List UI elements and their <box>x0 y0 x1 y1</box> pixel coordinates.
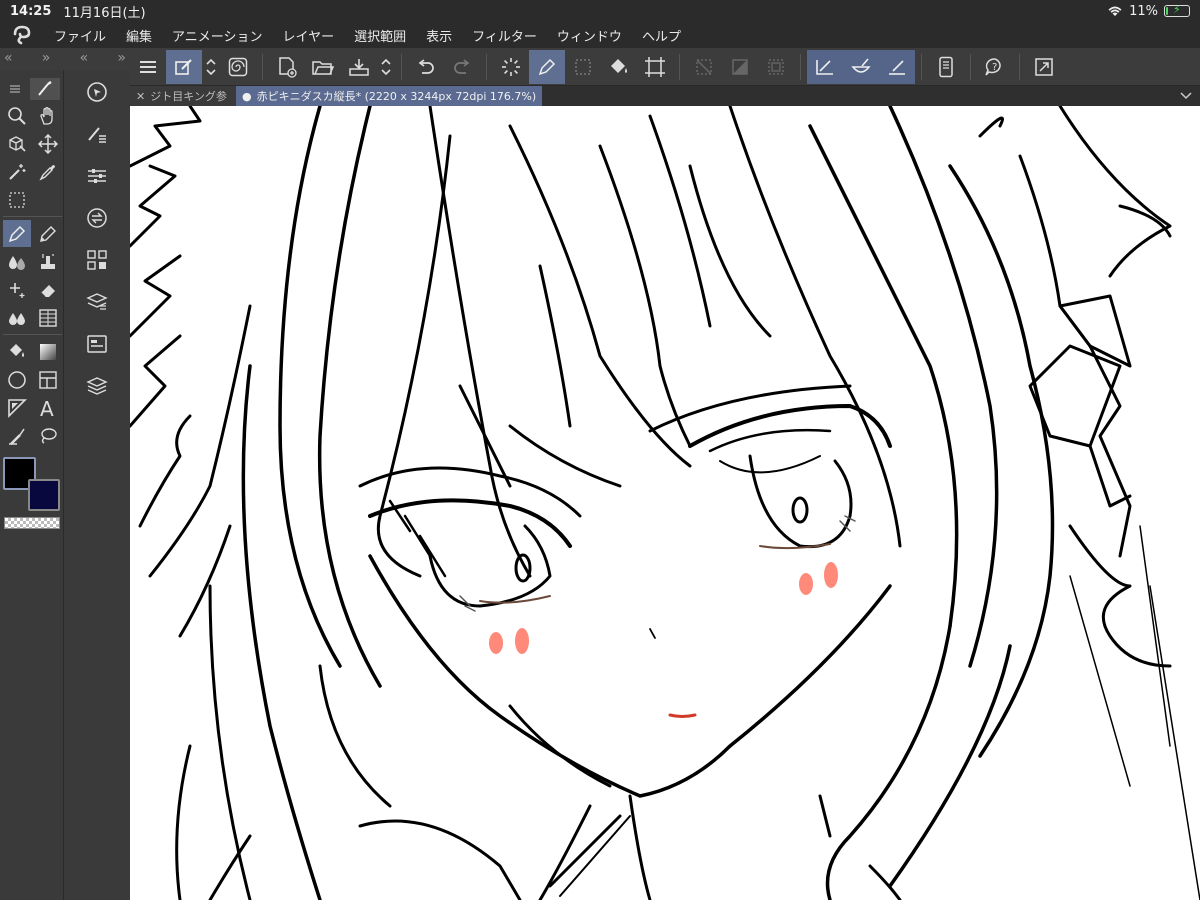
triangle-ruler-icon[interactable] <box>3 394 31 421</box>
layers-icon[interactable] <box>64 366 130 406</box>
svg-text:?: ? <box>992 62 997 73</box>
unsaved-dot-icon: ● <box>242 89 252 103</box>
save-icon[interactable] <box>341 50 377 84</box>
expand-icon[interactable] <box>1026 50 1062 84</box>
selection-dots-icon[interactable] <box>565 50 601 84</box>
tool-list-icon[interactable] <box>0 78 30 100</box>
eyedropper-icon[interactable] <box>34 158 62 185</box>
close-icon[interactable]: ✕ <box>136 90 145 103</box>
loading-icon[interactable] <box>493 50 529 84</box>
command-bar: «» «» ? <box>0 48 1200 86</box>
card-icon[interactable] <box>64 324 130 364</box>
magic-wand-icon[interactable] <box>3 158 31 185</box>
menu-filter[interactable]: フィルター <box>462 26 547 45</box>
text-icon[interactable]: A <box>34 394 62 421</box>
redo-icon[interactable] <box>444 50 480 84</box>
transparent-color-swatch[interactable] <box>4 517 60 529</box>
nodes-icon[interactable] <box>64 240 130 280</box>
updown-icon[interactable] <box>202 50 220 84</box>
menu-edit[interactable]: 編集 <box>116 26 162 45</box>
open-folder-icon[interactable] <box>305 50 341 84</box>
border-icon[interactable] <box>758 50 794 84</box>
marquee-icon[interactable] <box>3 186 31 213</box>
new-file-icon[interactable] <box>269 50 305 84</box>
pen-tool-icon[interactable] <box>3 220 31 247</box>
undo-icon[interactable] <box>408 50 444 84</box>
navigator-icon[interactable] <box>64 72 130 112</box>
palette-bar <box>64 70 130 900</box>
svg-text:A: A <box>40 398 54 418</box>
tab-document-inactive[interactable]: ✕ ジト目キング参 <box>130 86 236 106</box>
deselect-icon[interactable] <box>686 50 722 84</box>
status-time: 14:25 <box>10 3 52 19</box>
line-art <box>130 106 1200 900</box>
eraser-icon[interactable] <box>34 276 62 303</box>
blend-icon[interactable] <box>3 304 31 331</box>
menu-selection[interactable]: 選択範囲 <box>344 26 416 45</box>
ruler-icon[interactable] <box>879 49 915 84</box>
layer-props-icon[interactable] <box>64 282 130 322</box>
move-icon[interactable] <box>34 130 62 157</box>
sparkle-icon[interactable] <box>3 276 31 303</box>
phone-icon[interactable] <box>928 50 964 84</box>
battery-percent: 11% <box>1129 3 1158 19</box>
menu-view[interactable]: 表示 <box>416 26 462 45</box>
tool-panel: A <box>0 70 64 900</box>
cube-cursor-icon[interactable] <box>3 130 31 157</box>
sub-color-swatch[interactable] <box>28 479 60 511</box>
color-indicator <box>0 455 63 535</box>
updown-icon[interactable] <box>377 50 395 84</box>
sliders-icon[interactable] <box>64 156 130 196</box>
brush-bowl-icon[interactable] <box>843 49 879 84</box>
spiral-icon[interactable] <box>220 50 256 84</box>
brush-settings-icon[interactable] <box>64 114 130 154</box>
ruler-pen-icon[interactable] <box>807 49 843 84</box>
gradient-icon[interactable] <box>34 338 62 365</box>
help-icon[interactable]: ? <box>977 50 1013 84</box>
paint-icon[interactable] <box>3 422 31 449</box>
status-date: 11月16日(土) <box>63 5 146 21</box>
battery-icon: ⚡ <box>1164 3 1190 17</box>
canvas-tab-bar: ✕ ジト目キング参 ● 赤ピキニダスカ縦長* (2220 x 3244px 72… <box>130 86 1200 106</box>
wifi-icon <box>1108 6 1122 16</box>
tab-document-active[interactable]: ● 赤ピキニダスカ縦長* (2220 x 3244px 72dpi 176.7%… <box>236 86 543 106</box>
invert-icon[interactable] <box>722 50 758 84</box>
tool-brush-tab-icon[interactable] <box>30 78 60 100</box>
convert-icon[interactable] <box>64 198 130 238</box>
panel-collapse-chevrons[interactable]: «» «» <box>0 48 130 66</box>
menu-help[interactable]: ヘルプ <box>632 26 691 45</box>
menu-layer[interactable]: レイヤー <box>273 26 345 45</box>
pen-edit-icon[interactable] <box>166 49 202 84</box>
hamburger-icon[interactable] <box>130 50 166 84</box>
drawing-canvas[interactable] <box>130 106 1200 900</box>
pencil-icon[interactable] <box>34 220 62 247</box>
droplets-icon[interactable] <box>3 248 31 275</box>
pen-icon[interactable] <box>529 49 565 84</box>
menu-window[interactable]: ウィンドウ <box>547 26 632 45</box>
hand-icon[interactable] <box>34 102 62 129</box>
tab-label: ジト目キング参 <box>150 90 227 103</box>
menu-file[interactable]: ファイル <box>44 26 116 45</box>
grid-icon[interactable] <box>34 304 62 331</box>
transform-icon[interactable] <box>637 50 673 84</box>
lasso-icon[interactable] <box>34 422 62 449</box>
fill-icon[interactable] <box>601 50 637 84</box>
bucket-icon[interactable] <box>3 338 31 365</box>
menu-bar: ファイル 編集 アニメーション レイヤー 選択範囲 表示 フィルター ウィンドウ… <box>0 22 1200 48</box>
menu-animation[interactable]: アニメーション <box>162 26 272 45</box>
tab-label: 赤ピキニダスカ縦長* (2220 x 3244px 72dpi 176.7%) <box>256 90 537 103</box>
magnifier-icon[interactable] <box>3 102 31 129</box>
status-bar: 14:25 11月16日(土) 11% ⚡ <box>0 0 1200 22</box>
app-logo-icon[interactable] <box>0 25 44 45</box>
frame-icon[interactable] <box>34 366 62 393</box>
stamp-icon[interactable] <box>34 248 62 275</box>
circle-icon[interactable] <box>3 366 31 393</box>
chevron-down-icon[interactable] <box>1172 86 1200 106</box>
